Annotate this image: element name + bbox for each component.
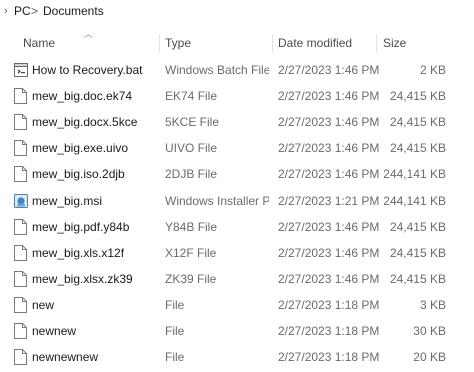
file-row[interactable]: mew_big.exe.uivo UIVO File 2/27/2023 1:46 … xyxy=(0,135,474,161)
file-row[interactable]: new File 2/27/2023 1:18 PM 3 KB xyxy=(0,292,474,318)
file-size: 3 KB xyxy=(419,297,446,312)
file-type: File xyxy=(165,350,185,365)
file-icon xyxy=(14,140,27,157)
file-type: ZK39 File xyxy=(165,271,217,286)
column-header-name[interactable]: Name xyxy=(23,36,55,50)
file-icon xyxy=(14,323,27,339)
file-name: newnew xyxy=(32,324,77,338)
column-header-row: Name ︿ Type Date modified Size xyxy=(0,28,474,56)
file-row[interactable]: mew_big.docx.5kce 5KCE File 2/27/2023 1:46… xyxy=(0,109,474,135)
file-date-modified: 2/27/2023 1:46 PM xyxy=(278,271,380,286)
file-name: mew_big.exe.uivo xyxy=(32,141,129,156)
file-icon xyxy=(14,218,27,235)
file-icon xyxy=(14,270,27,287)
file-row[interactable]: mew_big.xls.x12f X12F File 2/27/2023 1:46 … xyxy=(0,240,474,266)
file-row[interactable]: newnew File 2/27/2023 1:18 PM 30 KB xyxy=(0,318,474,344)
file-type: 2DJB File xyxy=(165,167,218,182)
file-name: mew_big.xlsx.zk39 xyxy=(32,271,133,286)
file-type: 5KCE File xyxy=(165,115,220,130)
file-name: new xyxy=(32,297,55,312)
file-type: Windows Batch File xyxy=(165,63,269,77)
file-type: Y84B File xyxy=(165,219,218,234)
file-icon xyxy=(14,88,27,105)
file-row[interactable]: mew_big.msi Windows Installer Pa... 2/27/2… xyxy=(0,188,474,214)
file-name: mew_big.xls.x12f xyxy=(32,245,125,260)
file-row[interactable]: mew_big.doc.ek74 EK74 File 2/27/2023 1:46 … xyxy=(0,83,474,109)
breadcrumb-separator[interactable]: > xyxy=(31,4,38,18)
breadcrumb-item-pc[interactable]: PC xyxy=(14,4,31,18)
file-size: 24,415 KB xyxy=(389,245,446,260)
file-size: 24,415 KB xyxy=(389,219,446,234)
file-icon xyxy=(14,244,27,261)
column-header-date-modified[interactable]: Date modified xyxy=(278,36,352,50)
file-date-modified: 2/27/2023 1:46 PM xyxy=(278,245,380,260)
column-header-type[interactable]: Type xyxy=(165,36,191,50)
chevron-up-icon: ︿ xyxy=(84,29,94,39)
file-date-modified: 2/27/2023 1:46 PM xyxy=(278,167,380,182)
file-date-modified: 2/27/2023 1:46 PM xyxy=(278,141,380,156)
breadcrumb: › PC > Documents xyxy=(0,0,474,24)
batch-file-icon xyxy=(14,62,28,78)
file-name: mew_big.pdf.y84b xyxy=(32,219,130,234)
file-size: 24,415 KB xyxy=(389,271,446,286)
file-icon xyxy=(14,296,27,313)
file-type: File xyxy=(165,324,185,338)
file-name: mew_big.iso.2djb xyxy=(32,167,125,182)
breadcrumb-item-documents[interactable]: Documents xyxy=(43,4,104,18)
installer-icon xyxy=(14,193,28,209)
file-size: 30 KB xyxy=(413,324,446,338)
file-row[interactable]: newnewnew File 2/27/2023 1:18 PM 20 KB xyxy=(0,344,474,370)
file-date-modified: 2/27/2023 1:21 PM xyxy=(278,193,380,208)
file-type: UIVO File xyxy=(165,141,218,156)
file-type: X12F File xyxy=(165,245,217,260)
file-type: EK74 File xyxy=(165,89,218,104)
file-row[interactable]: mew_big.iso.2djb 2DJB File 2/27/2023 1:46 … xyxy=(0,161,474,187)
file-size: 2 KB xyxy=(419,63,446,77)
file-size: 244,141 KB xyxy=(383,193,446,208)
file-date-modified: 2/27/2023 1:18 PM xyxy=(278,350,380,365)
file-row[interactable]: mew_big.xlsx.zk39 ZK39 File 2/27/2023 1:46… xyxy=(0,266,474,292)
file-size: 24,415 KB xyxy=(389,115,446,130)
file-type: Windows Installer Pa... xyxy=(165,193,269,208)
file-icon xyxy=(14,349,27,366)
file-name: mew_big.docx.5kce xyxy=(32,115,138,130)
file-name: How to Recovery.bat xyxy=(32,63,143,77)
file-icon xyxy=(14,114,27,131)
column-divider[interactable] xyxy=(376,34,377,52)
file-date-modified: 2/27/2023 1:18 PM xyxy=(278,297,380,312)
chevron-right-icon[interactable]: › xyxy=(4,5,8,17)
file-name: newnewnew xyxy=(32,350,99,365)
file-icon xyxy=(14,166,27,183)
column-divider[interactable] xyxy=(272,34,273,52)
file-date-modified: 2/27/2023 1:18 PM xyxy=(278,324,380,338)
file-row[interactable]: How to Recovery.bat Windows Batch File 2/2… xyxy=(0,57,474,83)
file-size: 20 KB xyxy=(413,350,446,365)
file-size: 24,415 KB xyxy=(389,89,446,104)
file-date-modified: 2/27/2023 1:46 PM xyxy=(278,219,380,234)
file-name: mew_big.doc.ek74 xyxy=(32,89,133,104)
file-type: File xyxy=(165,297,185,312)
column-divider[interactable] xyxy=(159,34,160,52)
column-header-size[interactable]: Size xyxy=(383,36,406,50)
file-date-modified: 2/27/2023 1:46 PM xyxy=(278,115,380,130)
file-name: mew_big.msi xyxy=(32,193,103,208)
file-size: 244,141 KB xyxy=(383,167,446,182)
file-date-modified: 2/27/2023 1:46 PM xyxy=(278,63,380,77)
file-size: 24,415 KB xyxy=(389,141,446,156)
file-row[interactable]: mew_big.pdf.y84b Y84B File 2/27/2023 1:46 … xyxy=(0,214,474,240)
file-date-modified: 2/27/2023 1:46 PM xyxy=(278,89,380,104)
